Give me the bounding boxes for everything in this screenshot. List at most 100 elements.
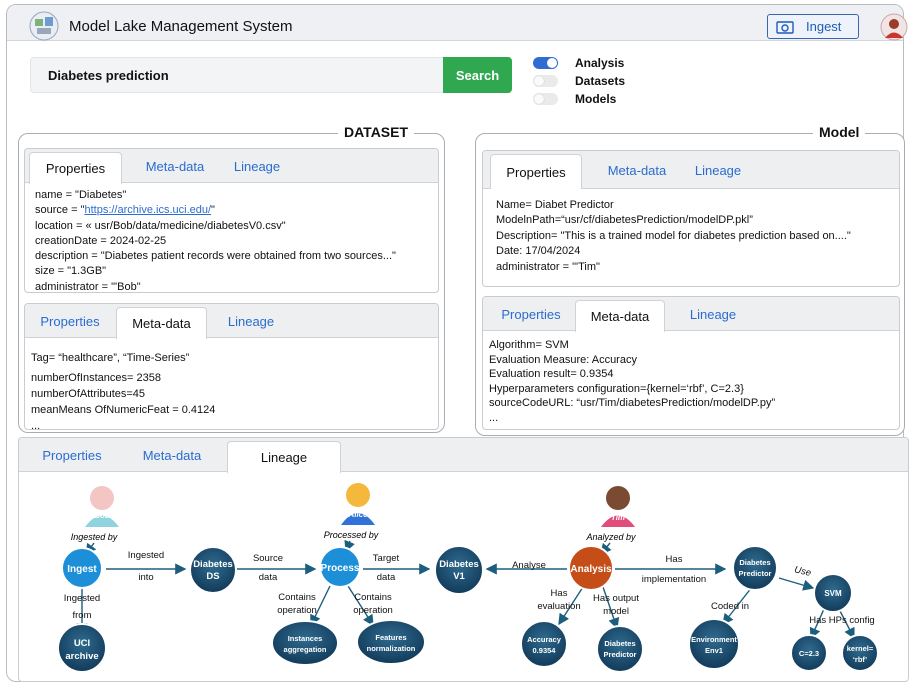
edge-label: data: [377, 572, 396, 583]
node-environment[interactable]: Environment Env1: [688, 618, 740, 670]
meta-line: ...: [489, 411, 499, 424]
tab-meta-data[interactable]: Meta-data: [575, 300, 665, 332]
tab-properties[interactable]: Properties: [27, 438, 117, 472]
person-name: Bob: [94, 511, 110, 520]
node-ingest[interactable]: Ingest: [61, 547, 103, 589]
meta-line: sourceCodeURL: “usr/Tim/diabetesPredicti…: [489, 397, 776, 410]
panel-tab-bar: Properties Meta-data Lineage: [483, 151, 899, 189]
property-line: location = « usr/Bob/data/medicine/diabe…: [35, 219, 286, 232]
property-line: Description= "This is a trained model fo…: [496, 229, 851, 242]
folder-icon: [776, 20, 794, 34]
tab-lineage[interactable]: Lineage: [227, 441, 341, 473]
svg-text:Environment: Environment: [691, 635, 737, 644]
svg-text:SVM: SVM: [824, 589, 842, 598]
tab-meta-data[interactable]: Meta-data: [135, 149, 215, 183]
edge-label: Target: [373, 553, 400, 564]
property-line: Name= Diabet Predictor: [496, 199, 614, 211]
tab-lineage[interactable]: Lineage: [686, 151, 750, 189]
lineage-panel: Properties Meta-data Lineage Bob Ingeste…: [18, 437, 909, 682]
node-diabetes-ds[interactable]: Diabetes DS: [189, 546, 237, 594]
user-avatar[interactable]: [880, 13, 908, 41]
property-line: description = "Diabetes patient records …: [35, 250, 396, 263]
model-meta-panel: Properties Meta-data Lineage Algorithm= …: [482, 296, 900, 430]
meta-line: numberOfAttributes=45: [31, 388, 146, 400]
search-button[interactable]: Search: [443, 57, 512, 93]
node-diabetes-predictor-output[interactable]: Diabetes Predictor: [596, 625, 644, 673]
source-link[interactable]: https://archive.ics.uci.edu/: [84, 204, 211, 216]
svg-text:Ingest: Ingest: [67, 564, 97, 575]
tab-lineage[interactable]: Lineage: [225, 149, 289, 183]
dataset-meta-panel: Properties Meta-data Lineage Tag= “healt…: [24, 303, 439, 430]
svg-text:Diabetes: Diabetes: [439, 559, 479, 570]
node-c-param[interactable]: C=2.3: [790, 634, 828, 672]
edge-label: Ingested: [128, 550, 164, 561]
tab-meta-data[interactable]: Meta-data: [132, 438, 212, 472]
model-meta-text: Algorithm= SVM Evaluation Measure: Accur…: [489, 338, 775, 426]
search-input[interactable]: Diabetes prediction: [30, 57, 444, 93]
edge-label: Ingested: [64, 593, 100, 604]
model-properties-panel: Properties Meta-data Lineage Name= Diabe…: [482, 150, 900, 287]
filter-label: Datasets: [575, 74, 626, 88]
panel-tab-bar: Properties Meta-data Lineage: [483, 297, 899, 332]
panel-tab-bar: Properties Meta-data Lineage: [25, 149, 438, 184]
node-diabetes-predictor[interactable]: Diabetes Predictor: [732, 545, 778, 591]
node-uci-archive[interactable]: UCI archive: [57, 623, 107, 673]
model-properties-text: Name= Diabet Predictor ModelnPath=“usr/c…: [496, 198, 851, 275]
edge-label: Coded in: [711, 601, 749, 612]
app-title: Model Lake Management System: [69, 18, 293, 35]
tab-properties[interactable]: Properties: [29, 304, 111, 338]
edge-label: Has HPs config: [809, 615, 874, 626]
panel-tab-bar: Properties Meta-data Lineage: [19, 438, 908, 473]
filter-analysis[interactable]: Analysis: [533, 56, 624, 70]
filter-datasets[interactable]: Datasets: [533, 74, 625, 88]
edge-label: from: [73, 610, 92, 621]
tab-meta-data[interactable]: Meta-data: [116, 307, 207, 339]
node-instances-aggregation[interactable]: Instances aggregation: [271, 620, 339, 666]
analysis-toggle[interactable]: [533, 57, 558, 69]
edge-label: Has: [551, 588, 568, 599]
datasets-toggle[interactable]: [533, 75, 558, 87]
edge-label: evaluation: [537, 601, 580, 612]
filter-label: Analysis: [575, 56, 625, 70]
svg-text:‘rbf’: ‘rbf’: [853, 655, 867, 664]
model-lake-logo-icon: [29, 11, 59, 41]
svg-text:kernel=: kernel=: [847, 644, 874, 653]
edge-label: data: [259, 572, 278, 583]
edge-label: Has: [666, 554, 683, 565]
svg-text:aggregation: aggregation: [284, 645, 327, 654]
edge-label: model: [603, 606, 629, 617]
edge-label: Analyse: [512, 560, 546, 571]
ingest-button[interactable]: Ingest: [767, 14, 859, 39]
svg-text:Diabetes: Diabetes: [604, 639, 635, 648]
node-kernel-param[interactable]: kernel= ‘rbf’: [841, 634, 879, 672]
tab-lineage[interactable]: Lineage: [217, 304, 285, 338]
tab-properties[interactable]: Properties: [491, 297, 571, 331]
tab-lineage[interactable]: Lineage: [678, 297, 748, 331]
node-diabetes-v1[interactable]: Diabetes V1: [434, 545, 484, 595]
tab-properties[interactable]: Properties: [29, 152, 122, 184]
tab-meta-data[interactable]: Meta-data: [598, 151, 676, 189]
node-svm[interactable]: SVM: [813, 573, 853, 613]
edge-label: Source: [253, 553, 283, 564]
edge-label: implementation: [642, 574, 706, 585]
node-accuracy[interactable]: Accuracy 0.9354: [520, 620, 568, 668]
dataset-properties-text: name = "Diabetes" source = "https://arch…: [35, 188, 396, 293]
edge-label: operation: [353, 605, 393, 616]
node-process[interactable]: Process: [319, 546, 361, 588]
filter-models[interactable]: Models: [533, 92, 616, 106]
node-analysis[interactable]: Analysis: [568, 545, 614, 591]
svg-text:UCI: UCI: [74, 638, 90, 649]
svg-text:Features: Features: [375, 633, 406, 642]
meta-line: meanMeans OfNumericFeat = 0.4124: [31, 404, 216, 416]
models-toggle[interactable]: [533, 93, 558, 105]
svg-text:Process: Process: [321, 563, 360, 574]
edge-label: into: [138, 572, 153, 583]
svg-text:0.9354: 0.9354: [533, 646, 557, 655]
property-line: administrator = "'Bob": [35, 280, 141, 293]
person-caption: Processed by: [324, 530, 379, 540]
person-name: Alice: [347, 510, 368, 519]
person-tim: Tim Analyzed by: [585, 486, 636, 542]
node-features-normalization[interactable]: Features normalization: [356, 619, 426, 665]
tab-properties[interactable]: Properties: [490, 154, 582, 189]
meta-line: Evaluation result= 0.9354: [489, 368, 614, 381]
